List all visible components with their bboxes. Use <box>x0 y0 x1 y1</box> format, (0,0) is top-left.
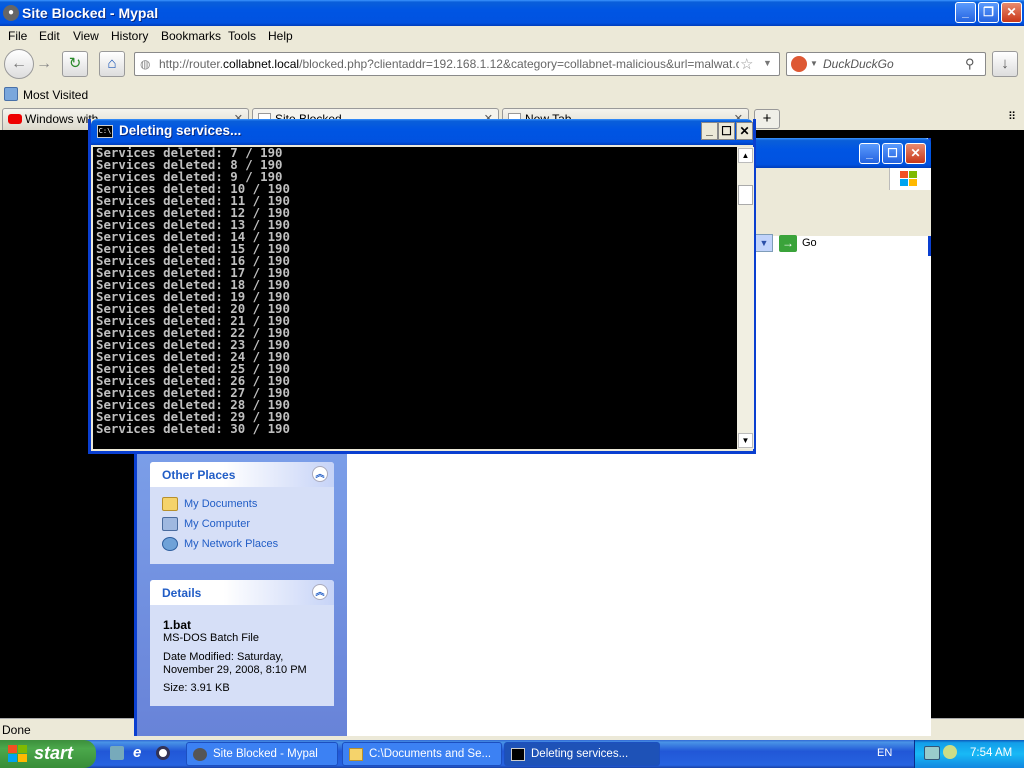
detail-modified-label: Date Modified: Saturday, <box>163 651 284 663</box>
quicklaunch-media-icon[interactable] <box>156 746 170 760</box>
start-label: start <box>34 743 74 763</box>
browser-title: Site Blocked - Mypal <box>22 5 159 21</box>
detail-modified-date: November 29, 2008, 8:10 PM <box>163 664 307 676</box>
detail-file-name: 1.bat <box>163 618 192 632</box>
search-engine-dropdown-icon[interactable]: ▼ <box>810 59 818 68</box>
menu-bar: File Edit View History Bookmarks Tools H… <box>0 26 1024 46</box>
menu-file[interactable]: File <box>8 29 27 43</box>
duckduckgo-icon <box>791 56 807 72</box>
bookmarks-toolbar: Most Visited <box>0 84 1024 106</box>
cmd-title: Deleting services... <box>119 123 242 138</box>
new-tab-button[interactable]: + <box>754 109 780 129</box>
link-my-network-places[interactable]: My Network Places <box>150 535 334 555</box>
browser-titlebar[interactable]: ● Site Blocked - Mypal _ ❐ ✕ <box>0 0 1024 26</box>
most-visited-bookmark[interactable]: Most Visited <box>23 88 88 102</box>
network-icon <box>162 537 178 551</box>
explorer-minimize-button[interactable]: _ <box>859 143 880 164</box>
task-cmd[interactable]: Deleting services... <box>504 742 660 766</box>
cmd-close-button[interactable]: ✕ <box>736 122 753 140</box>
go-arrow-icon: → <box>779 235 797 252</box>
url-bar[interactable]: ◍ http://router.collabnet.local/blocked.… <box>134 52 780 76</box>
minimize-button[interactable]: _ <box>955 2 976 23</box>
close-button[interactable]: ✕ <box>1001 2 1022 23</box>
search-placeholder: DuckDuckGo <box>823 57 894 71</box>
menu-help[interactable]: Help <box>268 29 293 43</box>
console-scrollbar[interactable]: ▲ ▼ <box>737 147 754 449</box>
start-button[interactable]: start <box>0 740 96 768</box>
computer-icon <box>162 517 178 531</box>
search-icon[interactable]: ⚲ <box>965 56 975 72</box>
menu-edit[interactable]: Edit <box>39 29 60 43</box>
console-output[interactable]: Services deleted: 7 / 190 Services delet… <box>93 147 737 449</box>
forward-arrow-icon[interactable]: → <box>36 55 52 73</box>
taskbar: start e Site Blocked - Mypal C:\Document… <box>0 740 1024 768</box>
most-visited-icon <box>4 87 18 101</box>
address-dropdown-icon[interactable]: ▼ <box>755 234 773 252</box>
youtube-icon <box>8 114 22 124</box>
task-browser[interactable]: Site Blocked - Mypal <box>186 742 338 766</box>
detail-file-type: MS-DOS Batch File <box>163 632 259 644</box>
windows-flag-icon <box>900 171 908 178</box>
go-button[interactable]: → Go <box>777 234 837 254</box>
task-explorer[interactable]: C:\Documents and Se... <box>342 742 502 766</box>
quicklaunch-explorer-icon[interactable] <box>110 746 124 760</box>
network-tray-icon[interactable] <box>924 746 940 760</box>
url-text[interactable]: http://router.collabnet.local/blocked.ph… <box>159 57 739 71</box>
link-my-computer[interactable]: My Computer <box>150 515 334 535</box>
restore-button[interactable]: ❐ <box>978 2 999 23</box>
mypal-icon: ● <box>3 5 19 21</box>
collapse-chevron-icon[interactable]: ︽ <box>312 584 328 600</box>
menu-view[interactable]: View <box>73 29 99 43</box>
status-text: Done <box>2 723 31 737</box>
cmd-minimize-button[interactable]: _ <box>701 122 718 140</box>
search-bar[interactable]: ▼ DuckDuckGo ⚲ <box>786 52 986 76</box>
url-dropdown-icon[interactable]: ▼ <box>763 58 772 68</box>
menu-history[interactable]: History <box>111 29 148 43</box>
cmd-window: C:\ Deleting services... _ ☐ ✕ Services … <box>88 119 756 454</box>
windows-flag-icon <box>8 745 28 763</box>
cmd-icon <box>511 748 525 761</box>
go-label: Go <box>802 237 817 249</box>
cmd-maximize-button[interactable]: ☐ <box>718 122 735 140</box>
folder-icon <box>349 748 363 761</box>
clock: 7:54 AM <box>970 747 1013 759</box>
back-arrow-icon[interactable]: ← <box>4 49 34 79</box>
explorer-close-button[interactable]: ✕ <box>905 143 926 164</box>
link-my-documents[interactable]: My Documents <box>150 495 334 515</box>
details-header[interactable]: Details ︽ <box>150 580 334 605</box>
tray-icon[interactable] <box>943 745 957 759</box>
menu-bookmarks[interactable]: Bookmarks <box>161 29 221 43</box>
scroll-up-icon[interactable]: ▲ <box>738 148 753 163</box>
details-panel: Details ︽ 1.bat MS-DOS Batch File Date M… <box>150 580 334 706</box>
reload-icon[interactable]: ↻ <box>62 51 88 77</box>
collapse-chevron-icon[interactable]: ︽ <box>312 466 328 482</box>
quicklaunch-ie-icon[interactable]: e <box>133 744 141 761</box>
scroll-down-icon[interactable]: ▼ <box>738 433 753 448</box>
mypal-icon <box>193 748 207 761</box>
system-tray: 7:54 AM <box>914 740 1024 768</box>
download-icon[interactable]: ↓ <box>992 51 1018 77</box>
home-icon[interactable]: ⌂ <box>99 51 125 77</box>
menu-tools[interactable]: Tools <box>228 29 256 43</box>
cmd-titlebar[interactable]: C:\ Deleting services... _ ☐ ✕ <box>91 119 753 145</box>
other-places-panel: Other Places ︽ My Documents My Computer … <box>150 462 334 564</box>
folder-icon <box>162 497 178 511</box>
cmd-icon: C:\ <box>97 125 113 138</box>
explorer-maximize-button[interactable]: ☐ <box>882 143 903 164</box>
language-indicator[interactable]: EN <box>877 747 892 759</box>
scroll-thumb[interactable] <box>738 185 753 205</box>
other-places-header[interactable]: Other Places ︽ <box>150 462 334 487</box>
task-pane: Other Places ︽ My Documents My Computer … <box>137 454 347 736</box>
windows-logo-box <box>889 168 931 190</box>
detail-size: Size: 3.91 KB <box>163 682 230 694</box>
navigation-toolbar: ← → ↻ ⌂ ◍ http://router.collabnet.local/… <box>0 46 1024 84</box>
list-all-tabs-icon[interactable]: ⠿ <box>1008 110 1016 123</box>
bookmark-star-icon[interactable]: ☆ <box>740 55 753 73</box>
console-text: Services deleted: 7 / 190 Services delet… <box>96 147 290 436</box>
globe-icon: ◍ <box>140 57 151 71</box>
